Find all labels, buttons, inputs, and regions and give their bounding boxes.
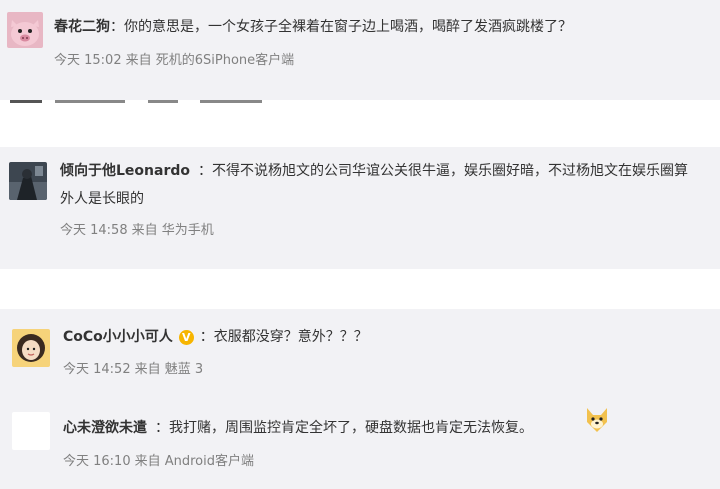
username-link[interactable]: 倾向于他Leonardo bbox=[60, 163, 190, 179]
comment-text: CoCo小小小可人 V ：衣服都没穿？意外？？？ bbox=[63, 327, 368, 347]
comment-item: 倾向于他Leonardo ：不得不说杨旭文的公司华谊公关很牛逼，娱乐圈好暗，不过杨… bbox=[0, 147, 720, 269]
timestamp: 今天 15:02 bbox=[54, 53, 122, 68]
source-client: 来自 死机的6SiPhone客户端 bbox=[125, 53, 295, 68]
comment-item: CoCo小小小可人 V ：衣服都没穿？意外？？？ 今天 14:52 来自 魅蓝 3 bbox=[0, 309, 720, 389]
cropped-comment-fragment bbox=[0, 100, 720, 106]
comment-meta: 今天 14:52 来自 魅蓝 3 bbox=[63, 361, 207, 379]
timestamp: 今天 16:10 bbox=[63, 454, 131, 469]
source-client: 来自 华为手机 bbox=[131, 223, 214, 238]
verified-badge-icon: V bbox=[178, 329, 194, 345]
separator: ： bbox=[199, 329, 214, 345]
timestamp: 今天 14:58 bbox=[60, 223, 128, 238]
source-client: 来自 Android客户端 bbox=[134, 454, 255, 469]
comment-meta: 今天 15:02 来自 死机的6SiPhone客户端 bbox=[54, 52, 298, 70]
username-link[interactable]: 心未澄欲未遣 bbox=[63, 420, 147, 436]
separator: ： bbox=[155, 420, 169, 436]
comment-text-continued: 外人是长眼的 bbox=[60, 191, 144, 207]
source-client: 来自 魅蓝 3 bbox=[134, 362, 204, 377]
username-link[interactable]: 春花二狗 bbox=[54, 19, 110, 35]
doge-emoji-icon bbox=[583, 406, 611, 434]
comment-meta: 今天 16:10 来自 Android客户端 bbox=[63, 453, 258, 471]
separator: ： bbox=[110, 19, 124, 35]
comment-body: 我打赌，周围监控肯定全坏了，硬盘数据也肯定无法恢复。 bbox=[169, 420, 533, 436]
comment-body: 你的意思是，一个女孩子全裸着在窗子边上喝酒，喝醉了发酒疯跳楼了？ bbox=[124, 19, 572, 35]
comment-body: 衣服都没穿？意外？？？ bbox=[213, 329, 368, 345]
comment-item: 春花二狗：你的意思是，一个女孩子全裸着在窗子边上喝酒，喝醉了发酒疯跳楼了？ 今天… bbox=[0, 0, 720, 100]
comment-meta: 今天 14:58 来自 华为手机 bbox=[60, 222, 218, 240]
avatar[interactable] bbox=[12, 412, 50, 450]
username-link[interactable]: CoCo小小小可人 bbox=[63, 329, 173, 345]
avatar[interactable] bbox=[12, 329, 50, 367]
reply-item: 心未澄欲未遣 ：我打赌，周围监控肯定全坏了，硬盘数据也肯定无法恢复。 今天 16:… bbox=[0, 398, 720, 489]
avatar[interactable] bbox=[9, 162, 47, 200]
comment-text: 春花二狗：你的意思是，一个女孩子全裸着在窗子边上喝酒，喝醉了发酒疯跳楼了？ bbox=[54, 17, 572, 37]
avatar[interactable] bbox=[7, 12, 43, 48]
comment-text: 倾向于他Leonardo ：不得不说杨旭文的公司华谊公关很牛逼，娱乐圈好暗，不过杨… bbox=[60, 161, 688, 181]
comment-body: 不得不说杨旭文的公司华谊公关很牛逼，娱乐圈好暗，不过杨旭文在娱乐圈算 bbox=[212, 163, 688, 179]
separator: ： bbox=[198, 163, 212, 179]
timestamp: 今天 14:52 bbox=[63, 362, 131, 377]
comment-text: 心未澄欲未遣 ：我打赌，周围监控肯定全坏了，硬盘数据也肯定无法恢复。 bbox=[63, 418, 533, 438]
